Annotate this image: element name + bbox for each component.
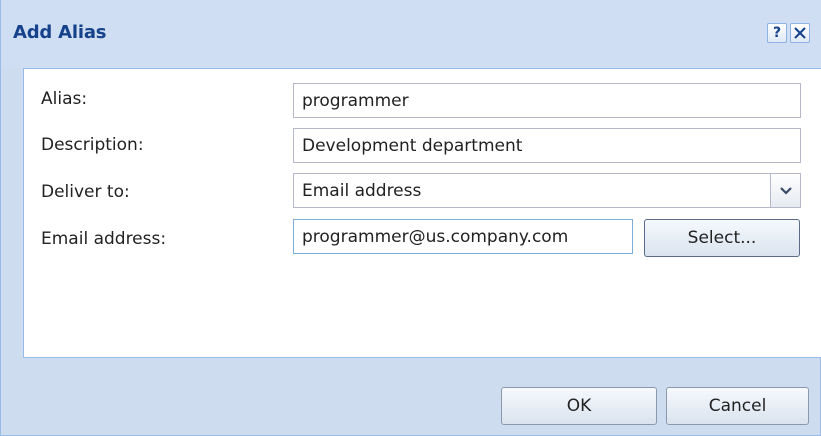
dialog-title: Add Alias [13, 22, 107, 43]
email-field-value: programmer@us.company.com [302, 226, 569, 247]
description-input[interactable]: Development department [293, 128, 801, 163]
chevron-down-icon[interactable] [770, 174, 800, 207]
chevron-down-glyph [779, 186, 792, 195]
description-input-value: Development department [302, 135, 523, 156]
add-alias-dialog: Add Alias ? Alias: programmer Descriptio… [0, 0, 821, 436]
alias-label: Alias: [41, 89, 88, 109]
help-icon-glyph: ? [772, 25, 782, 41]
select-button[interactable]: Select... [644, 219, 800, 257]
email-field[interactable]: programmer@us.company.com [293, 219, 633, 254]
cancel-button-label: Cancel [708, 396, 767, 416]
ok-button[interactable]: OK [501, 387, 657, 425]
ok-button-label: OK [566, 396, 592, 416]
deliver-to-value: Email address [302, 180, 422, 201]
cancel-button[interactable]: Cancel [666, 387, 809, 425]
help-icon[interactable]: ? [767, 23, 787, 43]
email-label: Email address: [41, 229, 167, 249]
deliver-to-select[interactable]: Email address [293, 173, 801, 208]
close-icon[interactable] [790, 23, 810, 43]
close-icon-glyph [794, 27, 806, 39]
dialog-titlebar: Add Alias ? [1, 0, 821, 68]
alias-input[interactable]: programmer [293, 83, 801, 118]
description-label: Description: [41, 135, 144, 155]
deliver-to-label: Deliver to: [41, 182, 130, 202]
alias-input-value: programmer [302, 90, 409, 111]
select-button-label: Select... [687, 228, 757, 248]
